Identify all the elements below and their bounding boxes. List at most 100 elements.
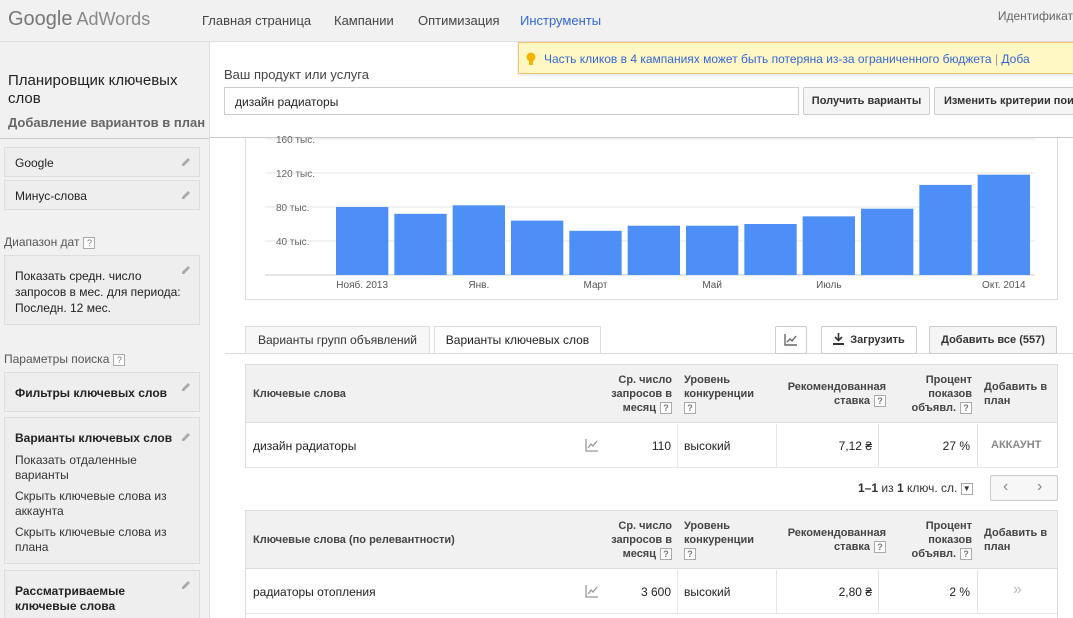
col-bid[interactable]: Рекомендованная ставка? xyxy=(766,380,886,408)
col-avg-searches-line: запросов в xyxy=(611,534,672,546)
chart-bar xyxy=(744,224,797,275)
help-icon[interactable]: ? xyxy=(874,541,886,554)
help-icon[interactable]: ? xyxy=(83,236,96,249)
date-range-setting[interactable]: Показать средн. число запросов в мес. дл… xyxy=(4,255,200,325)
date-range-section-label: Диапазон дат? xyxy=(4,235,96,249)
col-competition[interactable]: Уровень конкуренции ? xyxy=(684,519,754,561)
col-keywords-relevance[interactable]: Ключевые слова (по релевантности) xyxy=(253,533,455,547)
nav-optimization[interactable]: Оптимизация xyxy=(418,13,500,28)
col-avg-searches-line: месяц? xyxy=(576,401,672,415)
pencil-icon[interactable] xyxy=(181,265,191,275)
network-setting[interactable]: Google xyxy=(4,147,200,177)
top-navigation: Google AdWords Главная страница Кампании … xyxy=(0,0,1073,42)
help-icon[interactable]: ? xyxy=(684,548,696,561)
column-separator xyxy=(677,570,678,614)
col-competition[interactable]: Уровень конкуренции ? xyxy=(684,373,754,415)
search-params-section-label: Параметры поиска? xyxy=(4,352,126,366)
col-add-to-plan[interactable]: Добавить в план xyxy=(984,380,1047,408)
download-button[interactable]: Загрузить xyxy=(821,326,917,354)
col-avg-searches[interactable]: Ср. число запросов в месяц? xyxy=(576,373,672,415)
col-impr-share-line: Процент xyxy=(925,374,972,386)
bid-cell: 2,80 ₴ xyxy=(838,585,872,599)
col-avg-searches-line: запросов в xyxy=(611,388,672,400)
searches-cell: 110 xyxy=(651,439,671,453)
get-ideas-button[interactable]: Получить варианты xyxy=(803,87,930,115)
trend-chart-icon[interactable] xyxy=(585,584,599,598)
col-avg-searches-line: Ср. число xyxy=(618,374,672,386)
nav-campaigns[interactable]: Кампании xyxy=(334,13,394,28)
chart-bar xyxy=(452,205,505,275)
page-size-dropdown[interactable]: ▼ xyxy=(960,482,973,495)
network-label: Google xyxy=(15,156,54,170)
account-id[interactable]: Идентификат xyxy=(998,9,1073,23)
prev-page-button[interactable]: ‹ xyxy=(1003,478,1008,496)
col-keywords[interactable]: Ключевые слова xyxy=(253,387,346,401)
alert-message[interactable]: Часть кликов в 4 кампаниях может быть по… xyxy=(544,52,992,66)
col-bid-line: Рекомендованная xyxy=(787,527,886,539)
considered-keywords-setting[interactable]: Рассматриваемые ключевые слова xyxy=(4,570,200,618)
pager-total: 1 xyxy=(896,481,904,495)
chart-x-tick-label: Июль xyxy=(816,280,842,291)
col-add-line: Добавить в xyxy=(984,527,1048,539)
chart-bar xyxy=(861,208,914,275)
chart-bar xyxy=(686,225,739,275)
option-hide-account: Скрыть ключевые слова из аккаунта xyxy=(15,489,167,518)
add-all-button[interactable]: Добавить все (557) xyxy=(929,326,1057,354)
col-impr-share[interactable]: Процент показов объявл.? xyxy=(896,519,972,561)
pagination-info: 1–1 из 1 ключ. сл. ▼ xyxy=(858,481,973,495)
chart-x-tick-label: Янв. xyxy=(468,280,489,291)
column-separator xyxy=(977,424,978,468)
help-icon[interactable]: ? xyxy=(113,353,126,366)
help-icon[interactable]: ? xyxy=(684,402,696,415)
chart-toggle-button[interactable] xyxy=(775,326,807,354)
col-avg-searches[interactable]: Ср. число запросов в месяц? xyxy=(576,519,672,561)
col-competition-line: Уровень xyxy=(684,520,731,532)
col-add-to-plan[interactable]: Добавить в план xyxy=(984,526,1047,554)
column-separator xyxy=(677,424,678,468)
col-bid-line: ставка? xyxy=(766,540,886,554)
col-impr-share[interactable]: Процент показов объявл.? xyxy=(896,373,972,415)
col-competition-line: ? xyxy=(684,547,754,561)
chart-icon xyxy=(784,334,797,346)
add-to-plan-button[interactable]: » xyxy=(1013,581,1022,599)
col-bid[interactable]: Рекомендованная ставка? xyxy=(766,526,886,554)
pencil-icon[interactable] xyxy=(181,157,191,167)
pager-unit: ключ. сл. xyxy=(906,481,958,495)
chart-x-tick-label: Март xyxy=(584,280,608,291)
pencil-icon[interactable] xyxy=(181,580,191,590)
nav-tools[interactable]: Инструменты xyxy=(520,13,601,28)
option-show-broad: Показать отдаленные варианты xyxy=(15,453,137,482)
nav-home[interactable]: Главная страница xyxy=(202,13,311,28)
keyword-filters-setting[interactable]: Фильтры ключевых слов xyxy=(4,372,200,412)
help-icon[interactable]: ? xyxy=(660,548,672,561)
left-sidebar: Планировщик ключевых слов Добавление вар… xyxy=(0,42,210,618)
alert-action-link[interactable]: Доба xyxy=(1001,52,1029,66)
chart-bar xyxy=(977,174,1030,275)
col-impr-share-line: показов xyxy=(928,534,972,546)
tab-ad-group-ideas[interactable]: Варианты групп объявлений xyxy=(245,326,430,354)
negative-keywords-setting[interactable]: Минус-слова xyxy=(4,180,200,210)
col-competition-line: ? xyxy=(684,401,754,415)
keyword-options-setting[interactable]: Варианты ключевых слов Показать отдаленн… xyxy=(4,417,200,564)
chart-x-tick-label: Май xyxy=(702,280,722,291)
help-icon[interactable]: ? xyxy=(660,402,672,415)
pencil-icon[interactable] xyxy=(181,190,191,200)
help-icon[interactable]: ? xyxy=(874,395,886,408)
col-bid-line: Рекомендованная xyxy=(787,381,886,393)
google-adwords-logo[interactable]: Google AdWords xyxy=(8,8,150,31)
negative-keywords-label: Минус-слова xyxy=(15,189,87,203)
modify-search-button[interactable]: Изменить критерии пои xyxy=(934,87,1073,115)
keyword-filters-label: Фильтры ключевых слов xyxy=(15,386,168,400)
product-input[interactable]: дизайн радиаторы xyxy=(224,87,799,115)
keyword-cell: дизайн радиаторы xyxy=(253,439,357,453)
pencil-icon[interactable] xyxy=(181,382,191,392)
column-separator xyxy=(977,570,978,614)
alert-text-line: Часть кликов в 4 кампаниях может быть по… xyxy=(544,52,1030,66)
tab-keyword-ideas[interactable]: Варианты ключевых слов xyxy=(434,326,601,354)
help-icon[interactable]: ? xyxy=(960,402,972,415)
pencil-icon[interactable] xyxy=(181,432,191,442)
next-page-button[interactable]: › xyxy=(1037,478,1042,496)
trend-chart-icon[interactable] xyxy=(585,438,599,452)
download-icon xyxy=(833,333,845,345)
help-icon[interactable]: ? xyxy=(960,548,972,561)
